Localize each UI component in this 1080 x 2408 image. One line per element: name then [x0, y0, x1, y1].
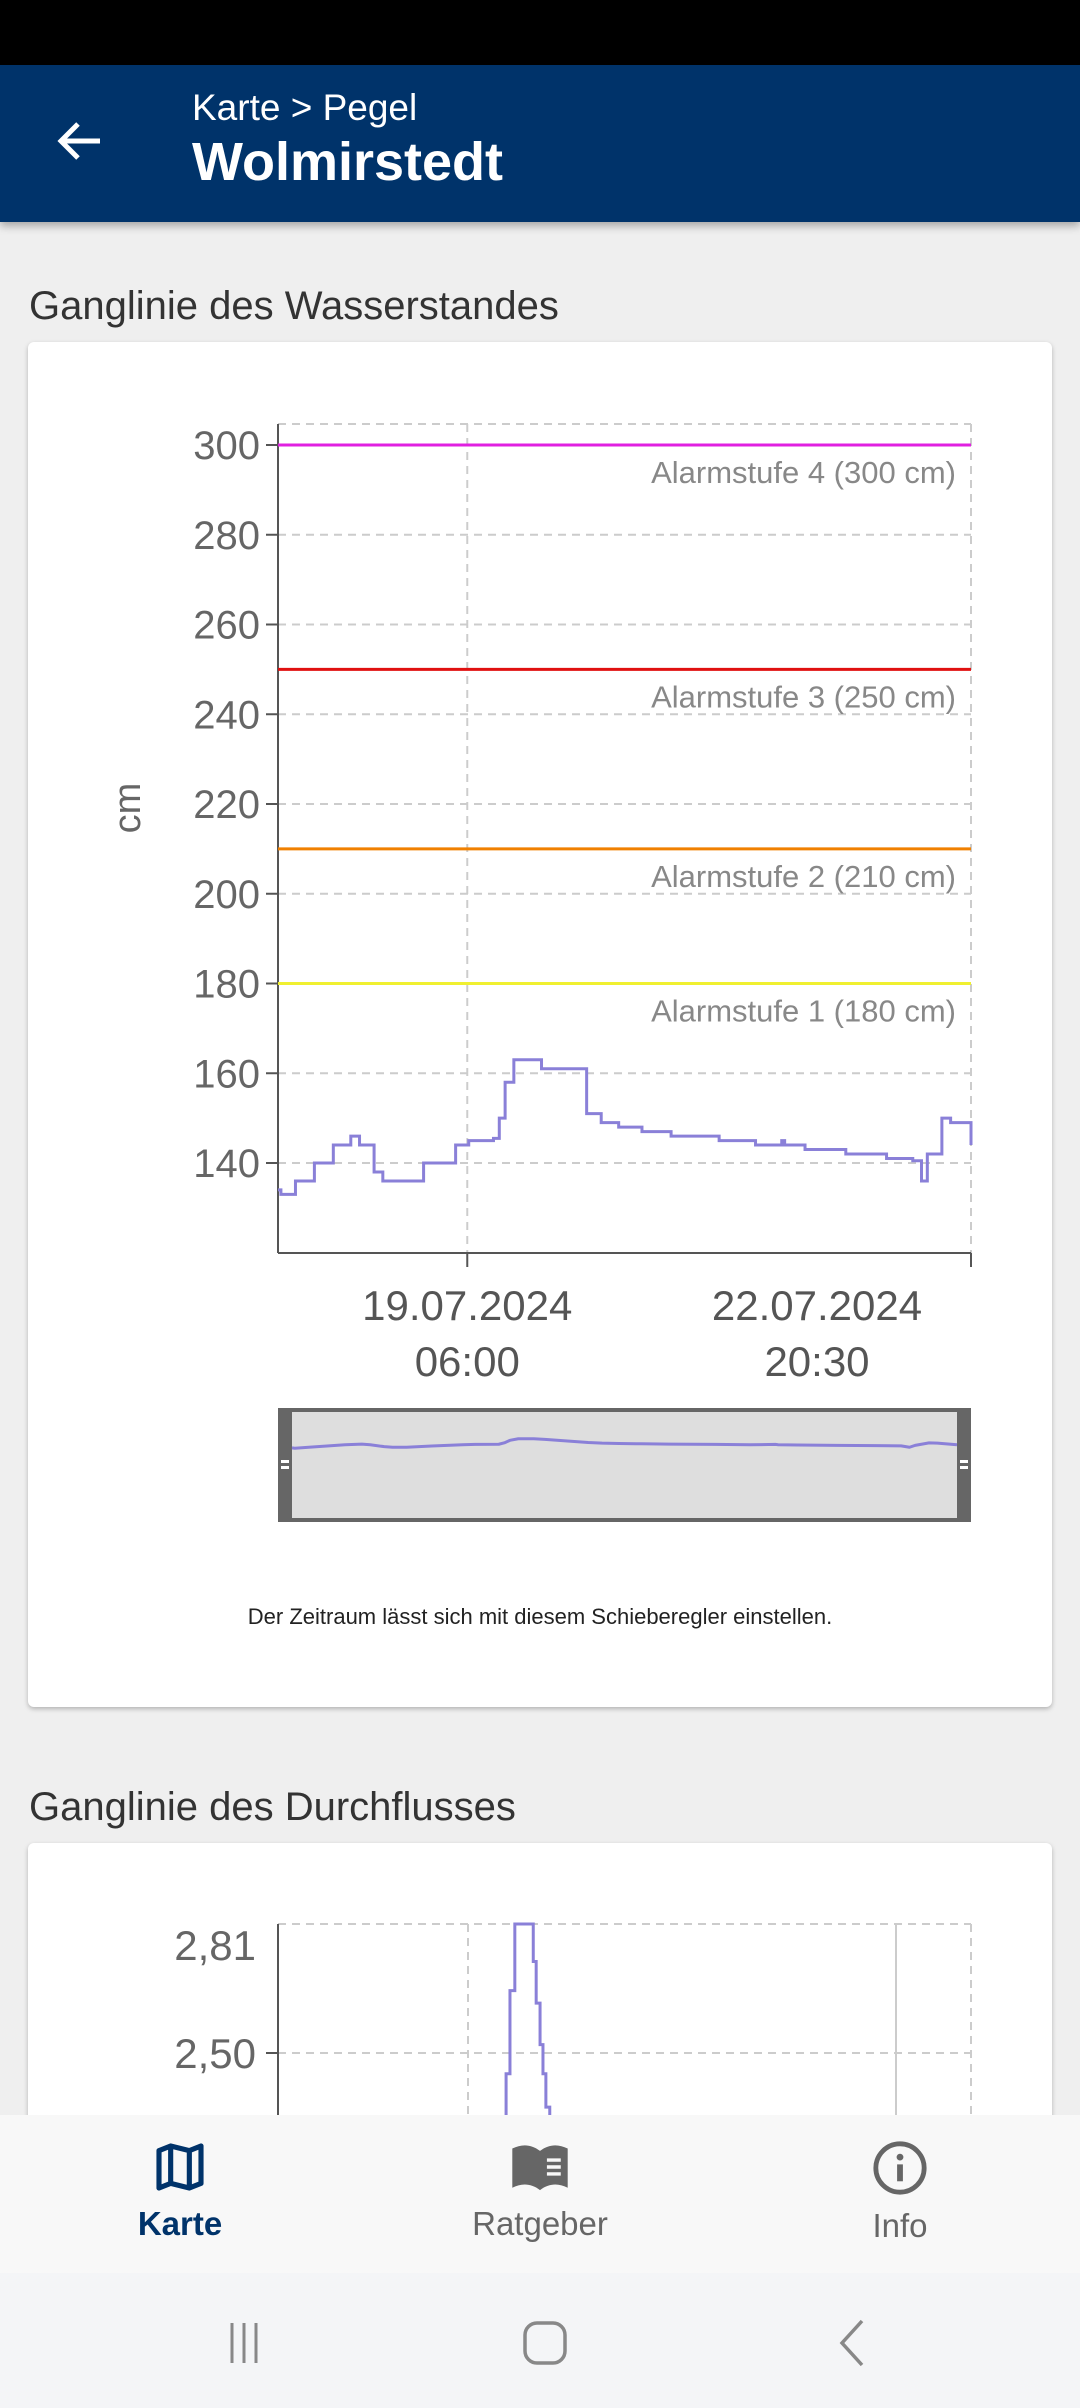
app-header: Karte > Pegel Wolmirstedt [0, 65, 1080, 222]
breadcrumb: Karte > Pegel [192, 87, 418, 128]
nav-label: Ratgeber [472, 2205, 608, 2242]
y-tick-label: 2,50 [174, 2030, 256, 2077]
slider-caption: Der Zeitraum lässt sich mit diesem Schie… [247, 1604, 833, 1629]
nav-item-info[interactable]: Info [720, 2115, 1080, 2273]
bottom-navigation: Karte Ratgeber Info [0, 2115, 1080, 2273]
back-icon[interactable] [820, 2313, 880, 2373]
page-title: Wolmirstedt [192, 132, 504, 192]
system-navigation-bar [0, 2273, 1080, 2408]
map-icon [156, 2143, 204, 2191]
y-tick-label: 2,81 [174, 1922, 256, 1969]
discharge-chart: 2,81 2,50 [174, 1922, 972, 2115]
book-icon [512, 2145, 568, 2191]
nav-label: Karte [137, 2205, 223, 2242]
nav-label: Info [872, 2207, 928, 2244]
discharge-line [504, 1922, 552, 2115]
arrow-left-icon[interactable] [50, 111, 110, 171]
home-icon[interactable] [515, 2313, 575, 2373]
recents-icon[interactable] [214, 2313, 274, 2373]
info-icon [873, 2141, 927, 2195]
nav-item-ratgeber[interactable]: Ratgeber [360, 2115, 720, 2273]
nav-item-karte[interactable]: Karte [0, 2115, 360, 2273]
